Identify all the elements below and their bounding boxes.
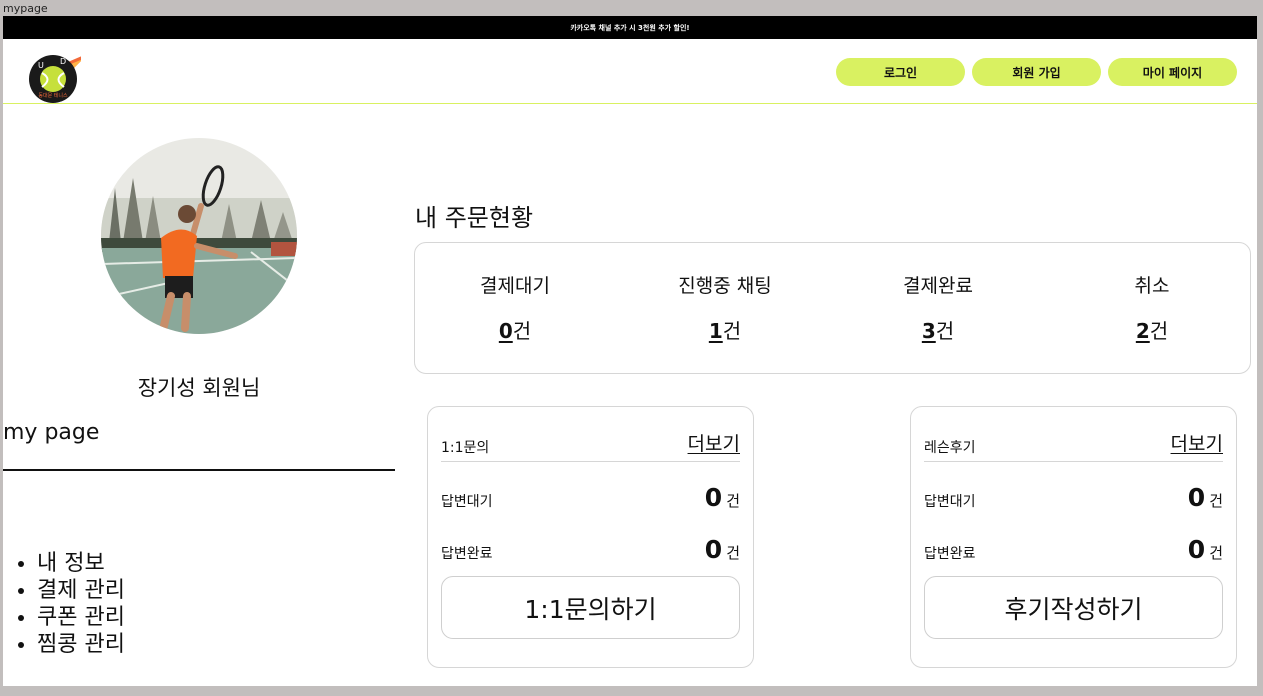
order-count-unit: 건: [1149, 319, 1169, 343]
inquiry-row-label: 답변완료: [441, 546, 493, 562]
orders-title: 내 주문현황: [415, 204, 534, 232]
inquiry-write-button[interactable]: 1:1문의하기: [441, 576, 740, 639]
inquiry-card-title: 1:1문의: [441, 440, 490, 456]
profile-avatar: [101, 138, 297, 334]
order-status-count: 0건: [415, 315, 615, 344]
inquiry-row-unit: 건: [726, 544, 740, 562]
tennis-ball-logo-icon: U D 동대문 테니스: [29, 53, 89, 103]
signup-button[interactable]: 회원 가입: [972, 58, 1101, 86]
logo-caption: 동대문 테니스: [38, 92, 68, 99]
order-status-paid[interactable]: 결제완료 3건: [838, 271, 1038, 344]
order-count-unit: 건: [935, 319, 955, 343]
inquiry-row-count: 0: [704, 535, 723, 564]
site-logo[interactable]: U D 동대문 테니스: [27, 51, 89, 105]
review-write-button[interactable]: 후기작성하기: [924, 576, 1223, 639]
review-row-unit: 건: [1209, 544, 1223, 562]
member-name: 장기성 회원님: [137, 376, 261, 400]
promo-banner-text: 카카오톡 채널 추가 시 3천원 추가 할인!: [570, 23, 690, 32]
review-card: 레슨후기 더보기 답변대기 0건 답변완료 0건 후기작성하기: [910, 406, 1237, 668]
header-nav: 로그인 회원 가입 마이 페이지: [836, 58, 1237, 86]
order-status-label: 결제대기: [480, 275, 550, 297]
page: 카카오톡 채널 추가 시 3천원 추가 할인! U D 동대문 테니스 로그인 …: [3, 16, 1257, 686]
sidebar-divider: [3, 469, 395, 471]
review-row-value: 0건: [1188, 483, 1223, 512]
order-count-number[interactable]: 0: [499, 319, 513, 343]
review-row-answered: 답변완료 0건: [924, 535, 1223, 565]
inquiry-card-header: 1:1문의 더보기: [441, 429, 740, 462]
review-row-label: 답변대기: [924, 494, 976, 510]
review-row-label: 답변완료: [924, 546, 976, 562]
inquiry-row-label: 답변대기: [441, 494, 493, 510]
sidebar-item-coupons[interactable]: 쿠폰 관리: [37, 604, 125, 631]
sidebar-title: my page: [3, 420, 100, 445]
sidebar-item-wishlist[interactable]: 찜콩 관리: [37, 631, 125, 658]
order-status-count: 2건: [1052, 315, 1252, 344]
order-count-unit: 건: [512, 319, 532, 343]
inquiry-row-value: 0건: [705, 535, 740, 564]
logo-letter-d: D: [60, 57, 66, 66]
inquiry-more-link[interactable]: 더보기: [688, 429, 740, 456]
review-row-count: 0: [1187, 483, 1206, 512]
sidebar-menu: 내 정보 결제 관리 쿠폰 관리 찜콩 관리: [15, 550, 125, 658]
review-more-link[interactable]: 더보기: [1171, 429, 1223, 456]
order-status-label: 결제완료: [903, 275, 973, 297]
sidebar-item-payment[interactable]: 결제 관리: [37, 577, 125, 604]
promo-banner: 카카오톡 채널 추가 시 3천원 추가 할인!: [3, 16, 1257, 39]
inquiry-card: 1:1문의 더보기 답변대기 0건 답변완료 0건 1:1문의하기: [427, 406, 754, 668]
inquiry-row-value: 0건: [705, 483, 740, 512]
review-row-waiting: 답변대기 0건: [924, 483, 1223, 513]
site-header: U D 동대문 테니스 로그인 회원 가입 마이 페이지: [3, 39, 1257, 104]
order-status-count: 3건: [838, 315, 1038, 344]
order-count-number[interactable]: 2: [1136, 319, 1150, 343]
inquiry-row-waiting: 답변대기 0건: [441, 483, 740, 513]
review-row-value: 0건: [1188, 535, 1223, 564]
window-title: mypage: [3, 2, 48, 15]
review-row-count: 0: [1187, 535, 1206, 564]
order-status-pending[interactable]: 결제대기 0건: [415, 271, 615, 344]
order-count-number[interactable]: 3: [922, 319, 936, 343]
login-button[interactable]: 로그인: [836, 58, 965, 86]
review-card-header: 레슨후기 더보기: [924, 429, 1223, 462]
inquiry-row-count: 0: [704, 483, 723, 512]
order-count-unit: 건: [722, 319, 742, 343]
order-status-cancelled[interactable]: 취소 2건: [1052, 271, 1252, 344]
inquiry-row-unit: 건: [726, 492, 740, 510]
inquiry-row-answered: 답변완료 0건: [441, 535, 740, 565]
order-status-label: 취소: [1134, 275, 1170, 297]
logo-letter-u: U: [38, 61, 44, 70]
order-status-panel: 결제대기 0건 진행중 채팅 1건 결제완료 3건 취소 2건: [414, 242, 1251, 374]
order-status-label: 진행중 채팅: [678, 275, 772, 297]
order-status-count: 1건: [625, 315, 825, 344]
order-count-number[interactable]: 1: [709, 319, 723, 343]
sidebar-item-my-info[interactable]: 내 정보: [37, 550, 125, 577]
mypage-button[interactable]: 마이 페이지: [1108, 58, 1237, 86]
order-status-chatting[interactable]: 진행중 채팅 1건: [625, 271, 825, 344]
tennis-player-photo: [101, 138, 297, 334]
review-row-unit: 건: [1209, 492, 1223, 510]
review-card-title: 레슨후기: [924, 440, 976, 456]
